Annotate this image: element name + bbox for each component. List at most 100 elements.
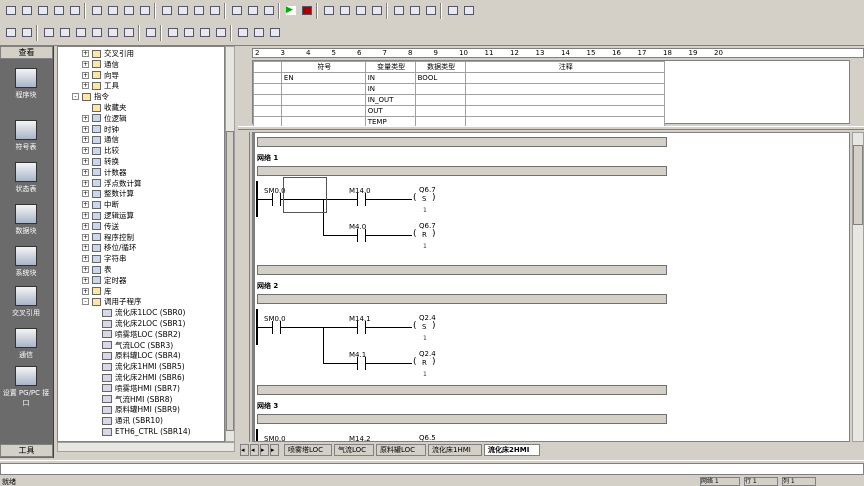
tab-pou[interactable]: 喷雾塔LOC (284, 444, 332, 456)
contact-address[interactable]: SM0.0 (264, 315, 286, 323)
tab-nav-prev[interactable]: ◂ (250, 444, 259, 456)
line-left-icon[interactable] (198, 26, 212, 39)
tab-pou[interactable]: 流化床1HMI (428, 444, 482, 456)
tree-item[interactable]: 通讯 (SBR10) (92, 415, 163, 426)
tree-item[interactable]: 气流HMI (SBR8) (92, 394, 172, 405)
collapse-icon[interactable]: - (72, 93, 79, 101)
box-insert-icon[interactable] (268, 26, 282, 39)
write-icon[interactable] (446, 4, 460, 17)
network-comment-box[interactable] (257, 265, 667, 275)
contact-address[interactable]: SM0.0 (264, 435, 286, 441)
paste-icon[interactable] (122, 4, 136, 17)
tree-item[interactable]: + 库 (82, 286, 112, 297)
var-cell[interactable]: EN (280, 72, 366, 84)
contact-icon[interactable] (20, 26, 34, 39)
print-icon[interactable] (52, 4, 66, 17)
tree-item[interactable]: 流化床1LOC (SBR0) (92, 307, 185, 318)
splitter[interactable] (238, 126, 864, 130)
tree-item[interactable]: + 位逻辑 (82, 113, 127, 124)
tree-item[interactable]: 原料罐HMI (SBR9) (92, 404, 180, 415)
trend-icon[interactable] (354, 4, 368, 17)
line-up-icon[interactable] (182, 26, 196, 39)
expand-icon[interactable]: + (82, 158, 89, 165)
nav-item-5[interactable]: 交叉引用 (0, 286, 52, 318)
tree-item[interactable]: + 向导 (82, 70, 119, 81)
compile-all-icon[interactable] (176, 4, 190, 17)
expand-icon[interactable]: + (82, 60, 89, 68)
tree-item[interactable]: + 时钟 (82, 124, 119, 135)
tree-item[interactable]: + 程序控制 (82, 232, 134, 243)
tree-item[interactable]: 喷雾塔LOC (SBR2) (92, 329, 181, 340)
expand-icon[interactable]: + (82, 179, 89, 187)
tree-item[interactable]: + 交叉引用 (82, 48, 134, 59)
var-cell[interactable] (280, 94, 366, 106)
delete-icon[interactable] (106, 26, 120, 39)
copy-icon[interactable] (106, 4, 120, 17)
contact-address[interactable]: M14.2 (349, 435, 371, 441)
tree-scrollbar[interactable] (225, 46, 235, 442)
tree-scroll-thumb[interactable] (226, 131, 234, 431)
tree-item[interactable]: + 比较 (82, 145, 119, 156)
var-cell[interactable]: IN (364, 83, 416, 95)
status-icon[interactable] (338, 4, 352, 17)
run-icon[interactable]: ▶ (284, 4, 298, 17)
expand-icon[interactable]: + (82, 190, 89, 198)
tree-item[interactable]: 流化床2LOC (SBR1) (92, 318, 185, 329)
tree-item[interactable]: + 逻辑运算 (82, 210, 134, 221)
tree-item[interactable]: + 浮点数计算 (82, 178, 142, 189)
network-icon[interactable] (74, 26, 88, 39)
monitor-icon[interactable] (322, 4, 336, 17)
tab-nav-next[interactable]: ▸ (260, 444, 269, 456)
var-cell[interactable] (280, 83, 366, 95)
cut-icon[interactable] (90, 4, 104, 17)
expand-icon[interactable]: + (82, 125, 89, 133)
expand-icon[interactable]: + (82, 50, 89, 57)
expand-icon[interactable]: + (82, 244, 89, 252)
sort-desc-icon[interactable] (246, 4, 260, 17)
line-right-icon[interactable] (214, 26, 228, 39)
expand-icon[interactable]: + (82, 71, 89, 79)
var-cell[interactable]: IN (364, 72, 416, 84)
tree-item[interactable]: - 调用子程序 (82, 296, 142, 307)
coil-icon[interactable] (42, 26, 56, 39)
expand-icon[interactable]: + (82, 255, 89, 263)
nav-item-3[interactable]: 数据块 (0, 204, 52, 236)
contact-insert-icon[interactable] (236, 26, 250, 39)
var-cell[interactable] (414, 83, 466, 95)
var-row[interactable]: IN (253, 83, 666, 95)
watch-icon[interactable] (370, 4, 384, 17)
tree-item[interactable]: + 工具 (82, 80, 119, 91)
var-cell[interactable]: OUT (364, 105, 416, 117)
var-cell[interactable] (464, 72, 666, 84)
tree-item[interactable]: 收藏夹 (82, 102, 127, 113)
var-cell[interactable] (464, 105, 666, 117)
expand-icon[interactable]: + (82, 233, 89, 241)
download-icon[interactable] (208, 4, 222, 17)
var-cell[interactable] (280, 105, 366, 117)
tab-nav-last[interactable]: ▸ (270, 444, 279, 456)
network-comment-box[interactable] (257, 414, 667, 424)
ladder-vscroll[interactable] (852, 132, 864, 442)
var-row[interactable]: OUT (253, 105, 666, 117)
table-icon[interactable] (144, 26, 158, 39)
tree-item[interactable]: + 表 (82, 264, 112, 275)
read-icon[interactable] (424, 4, 438, 17)
nav-item-6[interactable]: 通信 (0, 328, 52, 360)
sort-asc-icon[interactable] (230, 4, 244, 17)
nav-item-1[interactable]: 符号表 (0, 120, 52, 152)
force-icon[interactable] (392, 4, 406, 17)
ladder-scroll-thumb[interactable] (853, 145, 863, 225)
network-comment-box[interactable] (257, 294, 667, 304)
tab-pou[interactable]: 流化床2HMI (484, 444, 540, 456)
ladder-editor[interactable]: 网络 1 SM0.0 M14.0 Q6.7(S) 1 M4.0 Q6.7(R) 1 网络 2 SM… (252, 132, 850, 442)
nav-header[interactable]: 查看 (0, 46, 53, 59)
tree-hscroll[interactable] (57, 442, 235, 452)
tree-item[interactable]: + 转换 (82, 156, 119, 167)
contact-address[interactable]: M14.1 (349, 315, 371, 323)
open-icon[interactable] (20, 4, 34, 17)
insert-icon[interactable] (90, 26, 104, 39)
expand-icon[interactable]: + (82, 82, 89, 90)
tab-pou[interactable]: 气流LOC (334, 444, 374, 456)
compile-icon[interactable] (160, 4, 174, 17)
expand-icon[interactable]: + (82, 136, 89, 144)
